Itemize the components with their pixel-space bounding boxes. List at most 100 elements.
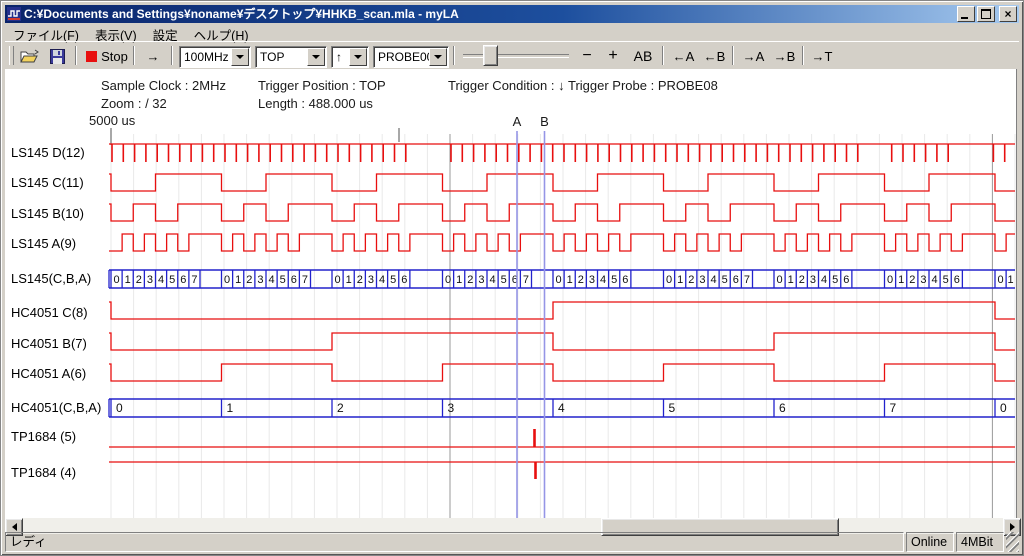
maximize-button[interactable] <box>977 6 995 22</box>
slider-thumb[interactable] <box>483 45 498 66</box>
signal-label[interactable]: HC4051 B(7) <box>11 336 87 352</box>
open-file-button[interactable] <box>17 45 41 67</box>
bus-value: 1 <box>677 274 683 286</box>
trigger-probe-combo[interactable]: PROBE00 <box>373 46 449 68</box>
bus-value: 0 <box>556 274 562 286</box>
bus-value: 4 <box>711 274 717 286</box>
arrow-left-icon <box>12 523 17 531</box>
bus-value: 0 <box>998 274 1004 286</box>
signal-label[interactable]: HC4051 A(6) <box>11 366 86 382</box>
signal-label[interactable]: LS145 C(11) <box>11 175 84 191</box>
bus-value: 2 <box>467 274 473 286</box>
bus-value: 0 <box>1000 401 1007 415</box>
status-online: Online <box>906 532 954 552</box>
trigger-position-combo[interactable]: TOP <box>255 46 327 68</box>
toolbar-separator <box>133 46 135 65</box>
bus-value: 0 <box>224 274 230 286</box>
zoom-out-button[interactable]: − <box>576 45 598 67</box>
toolbar: Stop → 100MHz TOP ↑ PROBE00 − + <box>5 41 1019 70</box>
bus-value: 7 <box>302 274 308 286</box>
bus-value: 1 <box>1008 274 1014 286</box>
info-trigger-position: Trigger Position : TOP <box>258 78 386 93</box>
save-button[interactable] <box>45 45 69 67</box>
bus-value: 0 <box>666 274 672 286</box>
bus-value: 2 <box>799 274 805 286</box>
bus-value: 4 <box>600 274 606 286</box>
bus-value: 3 <box>699 274 705 286</box>
chevron-down-icon <box>434 55 442 59</box>
stop-button[interactable]: Stop <box>83 45 131 67</box>
bus-value: 5 <box>722 274 728 286</box>
dropdown-button[interactable] <box>429 48 447 66</box>
bus-value: 2 <box>357 274 363 286</box>
signal-label[interactable]: LS145 D(12) <box>11 145 85 161</box>
bus-value: 3 <box>589 274 595 286</box>
run-button[interactable]: → <box>139 45 167 67</box>
bus-value: 0 <box>114 274 120 286</box>
bus-value: 3 <box>478 274 484 286</box>
waveform-canvas[interactable]: 0123456701234567012345601234567012345601… <box>5 69 1016 518</box>
bus-value: 1 <box>227 401 234 415</box>
open-folder-icon <box>20 49 39 64</box>
signal-label[interactable]: TP1684 (5) <box>11 429 76 445</box>
chevron-down-icon <box>312 55 320 59</box>
dropdown-button[interactable] <box>231 48 249 66</box>
trigger-edge-combo[interactable]: ↑ <box>331 46 369 68</box>
bus-value: 7 <box>744 274 750 286</box>
bus-value: 3 <box>257 274 263 286</box>
menu-help[interactable]: ヘルプ(H) <box>186 24 257 41</box>
signal-label[interactable]: HC4051 C(8) <box>11 305 88 321</box>
trigger-position-value: TOP <box>260 50 284 64</box>
bus-value: 0 <box>777 274 783 286</box>
bus-value: 1 <box>788 274 794 286</box>
bus-value: 5 <box>280 274 286 286</box>
signal-label[interactable]: TP1684 (4) <box>11 465 76 481</box>
trigger-edge-value: ↑ <box>336 50 342 64</box>
bus-value: 5 <box>501 274 507 286</box>
bus-value: 2 <box>337 401 344 415</box>
stop-icon <box>86 51 97 62</box>
minimize-icon <box>961 17 968 19</box>
info-trigger-probe: Trigger Probe : PROBE08 <box>568 78 718 93</box>
signal-label[interactable]: LS145 B(10) <box>11 206 84 222</box>
menu-view[interactable]: 表示(V) <box>87 24 145 41</box>
bus-value: 5 <box>169 274 175 286</box>
bus-value: 7 <box>890 401 897 415</box>
sample-clock-combo[interactable]: 100MHz <box>179 46 251 68</box>
waveform-panel: 0123456701234567012345601234567012345601… <box>5 69 1017 518</box>
goto-b-left-button[interactable]: ←B <box>700 45 729 67</box>
zoom-slider[interactable] <box>463 45 569 67</box>
signal-label[interactable]: LS145 A(9) <box>11 236 76 252</box>
bus-value: 0 <box>116 401 123 415</box>
bus-value: 6 <box>843 274 849 286</box>
menu-settings[interactable]: 設定 <box>145 24 186 41</box>
bus-value: 5 <box>943 274 949 286</box>
goto-trigger-button[interactable]: →T <box>809 45 835 67</box>
goto-a-right-button[interactable]: →A <box>739 45 768 67</box>
bus-value: 1 <box>346 274 352 286</box>
close-button[interactable]: × <box>999 6 1017 22</box>
resize-grip[interactable] <box>1006 532 1019 552</box>
dropdown-button[interactable] <box>349 48 367 66</box>
cursor-a-label[interactable]: A <box>511 114 523 129</box>
dropdown-button[interactable] <box>307 48 325 66</box>
goto-a-left-button[interactable]: ←A <box>669 45 698 67</box>
cursor-b-label[interactable]: B <box>539 114 551 129</box>
bus-value: 4 <box>932 274 938 286</box>
bus-value: 5 <box>832 274 838 286</box>
bus-value: 5 <box>611 274 617 286</box>
minimize-button[interactable] <box>957 6 975 22</box>
floppy-disk-icon <box>50 49 65 64</box>
menu-file[interactable]: ファイル(F) <box>5 24 87 41</box>
signal-label[interactable]: LS145(C,B,A) <box>11 271 91 287</box>
bus-value: 6 <box>401 274 407 286</box>
signal-label[interactable]: HC4051(C,B,A) <box>11 400 101 416</box>
maximize-icon <box>981 9 991 19</box>
goto-b-right-button[interactable]: →B <box>770 45 799 67</box>
bus-value: 6 <box>779 401 786 415</box>
zoom-in-button[interactable]: + <box>602 45 624 67</box>
ab-range-button[interactable]: AB <box>629 45 657 67</box>
bus-value: 2 <box>688 274 694 286</box>
bus-value: 1 <box>125 274 131 286</box>
app-icon <box>7 7 21 21</box>
